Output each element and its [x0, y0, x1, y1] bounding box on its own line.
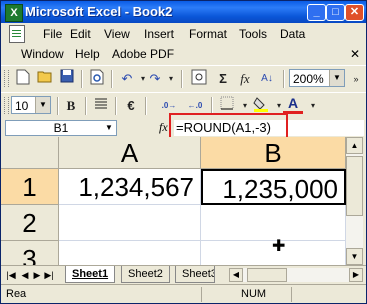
font-color-button[interactable]: A: [283, 96, 303, 114]
chevron-down-icon[interactable]: ▼: [103, 121, 115, 135]
window-title: Microsoft Excel - Book2: [25, 4, 173, 19]
workbook-close-icon[interactable]: ✕: [350, 47, 360, 61]
row-header-2[interactable]: 2: [1, 205, 59, 241]
standard-toolbar: ↶ ▾ ↷ ▾ Σ fx A↓ 200% ▼ »: [1, 65, 366, 93]
zoom-value: 200%: [293, 72, 324, 86]
toolbar-separator: [181, 70, 183, 88]
toolbar-separator: [111, 70, 113, 88]
formula-highlight-box: [169, 113, 288, 140]
scroll-up-icon[interactable]: ▲: [346, 137, 363, 154]
menu-insert[interactable]: Insert: [142, 25, 176, 43]
menu-data[interactable]: Data: [278, 25, 307, 43]
excel-app-icon[interactable]: X: [5, 4, 23, 22]
minimize-button[interactable]: _: [307, 4, 326, 21]
redo-dropdown-icon[interactable]: ▾: [161, 69, 181, 89]
worksheet-grid: A B 1 2 3 1,234,567 1,235,000 ✚: [1, 137, 346, 265]
select-all-corner[interactable]: [1, 137, 59, 169]
status-bar: Rea NUM: [1, 284, 366, 303]
insert-function-icon[interactable]: fx: [235, 69, 255, 89]
font-size-select[interactable]: 10 ▼: [11, 96, 51, 114]
save-icon[interactable]: [57, 69, 77, 89]
toolbar-separator: [115, 97, 117, 115]
status-divider: [291, 287, 292, 302]
toolbar-separator: [85, 97, 87, 115]
status-mode: Rea: [6, 288, 27, 300]
new-document-icon[interactable]: [13, 69, 33, 89]
research-icon[interactable]: [189, 69, 209, 89]
euro-currency-button[interactable]: €: [121, 96, 141, 116]
row-header-1[interactable]: 1: [1, 169, 59, 205]
align-justify-icon[interactable]: [91, 96, 111, 116]
maximize-button[interactable]: □: [326, 4, 345, 21]
scrollbar-thumb[interactable]: [346, 156, 363, 216]
excel-window: X Microsoft Excel - Book2 _ □ ✕ File Edi…: [0, 0, 367, 304]
chevron-down-icon[interactable]: ▼: [35, 97, 50, 113]
menu-help[interactable]: Help: [73, 45, 102, 63]
sheet-tab-bar: |◀ ◀ ▶ ▶| Sheet1 Sheet2 Sheet3 ◀ ▶: [1, 265, 366, 284]
title-bar: X Microsoft Excel - Book2 _ □ ✕: [1, 1, 366, 23]
status-num-lock: NUM: [241, 288, 267, 300]
autosum-icon[interactable]: Σ: [213, 69, 233, 89]
cell-a3[interactable]: [59, 241, 201, 265]
scroll-left-icon[interactable]: ◀: [229, 268, 243, 282]
toolbar-separator: [283, 70, 285, 88]
horizontal-scroll-thumb[interactable]: [247, 268, 287, 282]
bold-button[interactable]: B: [61, 96, 81, 116]
toolbar-separator: [145, 97, 147, 115]
row-header-3[interactable]: 3: [1, 241, 59, 265]
sheet-tab-sheet3[interactable]: Sheet3: [175, 266, 215, 283]
cell-a1[interactable]: 1,234,567: [59, 169, 201, 205]
menu-file[interactable]: File: [41, 25, 64, 43]
zoom-select[interactable]: 200% ▼: [289, 69, 345, 87]
open-folder-icon[interactable]: [35, 69, 55, 89]
vertical-scrollbar[interactable]: ▲ ▼: [346, 137, 363, 265]
first-sheet-icon[interactable]: |◀: [5, 268, 17, 282]
scroll-down-icon[interactable]: ▼: [346, 248, 363, 265]
toolbar-separator: [81, 70, 83, 88]
menu-format[interactable]: Format: [187, 25, 229, 43]
font-color-dropdown-icon[interactable]: ▾: [303, 96, 323, 116]
status-divider: [201, 287, 202, 302]
column-header-a[interactable]: A: [59, 137, 201, 169]
cell-b1[interactable]: 1,235,000: [201, 169, 346, 205]
scroll-right-icon[interactable]: ▶: [349, 268, 363, 282]
menu-bar: File Edit View Insert Format Tools Data …: [1, 23, 366, 65]
sheet-tab-sheet2[interactable]: Sheet2: [121, 266, 170, 283]
print-preview-icon[interactable]: [87, 69, 107, 89]
sheet-tab-sheet1[interactable]: Sheet1: [65, 266, 116, 283]
cell-a2[interactable]: [59, 205, 201, 241]
column-header-b[interactable]: B: [201, 137, 346, 169]
name-box[interactable]: B1 ▼: [5, 120, 117, 136]
fx-icon[interactable]: fx: [159, 120, 168, 135]
sort-ascending-icon[interactable]: A↓: [257, 69, 277, 89]
prev-sheet-icon[interactable]: ◀: [19, 268, 31, 282]
cell-cursor-icon: ✚: [272, 238, 286, 255]
name-box-value: B1: [53, 121, 69, 135]
last-sheet-icon[interactable]: ▶|: [43, 268, 55, 282]
font-size-value: 10: [15, 99, 29, 113]
close-button[interactable]: ✕: [345, 4, 364, 21]
menu-tools[interactable]: Tools: [237, 25, 269, 43]
toolbar-grip[interactable]: [4, 97, 9, 114]
menu-window[interactable]: Window: [19, 45, 66, 63]
chevron-down-icon[interactable]: ▼: [329, 70, 344, 86]
toolbar-grip[interactable]: [4, 70, 9, 87]
menu-view[interactable]: View: [102, 25, 132, 43]
toolbar-options-icon[interactable]: »: [346, 69, 366, 89]
horizontal-scrollbar[interactable]: ◀ ▶: [229, 268, 363, 282]
document-icon[interactable]: [9, 25, 25, 43]
menu-edit[interactable]: Edit: [68, 25, 93, 43]
next-sheet-icon[interactable]: ▶: [31, 268, 43, 282]
menu-adobe-pdf[interactable]: Adobe PDF: [110, 45, 176, 63]
toolbar-separator: [57, 97, 59, 115]
